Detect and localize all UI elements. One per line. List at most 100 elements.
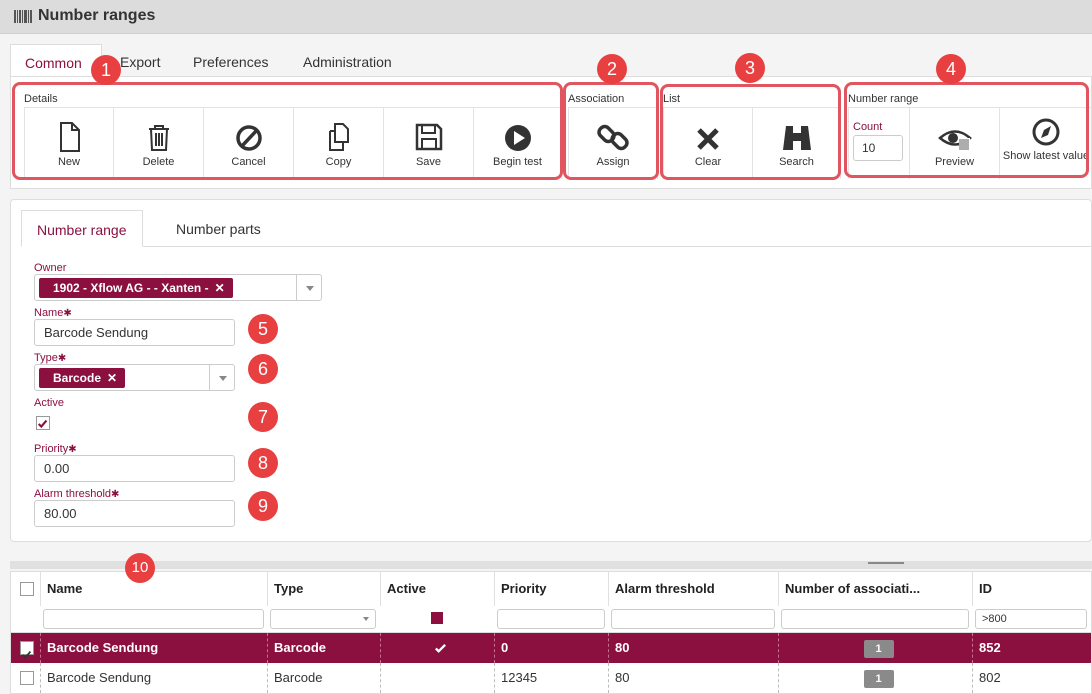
column-header-priority[interactable]: Priority: [495, 572, 609, 606]
search-button[interactable]: Search: [753, 107, 841, 179]
main-tab-bar: Common Export Preferences Administration: [10, 44, 1092, 77]
row-select-cell: [11, 663, 41, 693]
delete-button-label: Delete: [142, 156, 175, 168]
column-header-type[interactable]: Type: [268, 572, 381, 606]
row-select-cell: [11, 633, 41, 663]
alarm-filter-input[interactable]: [611, 609, 775, 629]
row-checkbox[interactable]: [20, 641, 34, 659]
type-chip: Barcode ✕: [39, 368, 126, 388]
copy-icon: [328, 123, 349, 151]
tab-common[interactable]: Common: [10, 44, 102, 77]
new-document-icon: [60, 122, 80, 152]
count-label: Count: [853, 121, 883, 133]
tab-preferences[interactable]: Preferences: [193, 44, 268, 77]
id-filter-input[interactable]: >800: [975, 609, 1087, 629]
priority-field[interactable]: [34, 455, 235, 482]
select-all-checkbox[interactable]: [20, 582, 34, 596]
new-button[interactable]: New: [24, 107, 114, 179]
associations-filter-input[interactable]: [781, 609, 969, 629]
group-label-details: Details: [24, 93, 58, 105]
column-header-id[interactable]: ID: [973, 572, 1091, 606]
active-filter-checkbox[interactable]: [431, 612, 443, 624]
show-latest-value-button-label: Show latest value: [1002, 150, 1090, 162]
alarm-threshold-field[interactable]: [34, 500, 235, 527]
name-field[interactable]: [34, 319, 235, 346]
begin-test-button[interactable]: Begin test: [474, 107, 562, 179]
chevron-down-icon[interactable]: [296, 275, 321, 300]
callout-7: 7: [248, 402, 278, 432]
type-filter-select[interactable]: [270, 609, 376, 629]
priority-label: Priority✱: [34, 443, 77, 455]
checkmark-icon: [37, 419, 48, 429]
row-checkbox[interactable]: [20, 671, 34, 685]
alarm-threshold-label: Alarm threshold✱: [34, 488, 119, 500]
assign-button-label: Assign: [596, 156, 630, 168]
priority-cell: 0: [495, 633, 609, 663]
id-cell: 802: [979, 670, 1001, 685]
association-count-badge[interactable]: 1: [863, 640, 894, 658]
link-icon: [597, 124, 629, 151]
binoculars-icon: [782, 126, 811, 150]
chevron-down-icon[interactable]: [209, 365, 234, 390]
type-label-text: Type: [34, 352, 58, 364]
cancel-button-label: Cancel: [231, 156, 266, 168]
name-filter-input[interactable]: [43, 609, 264, 629]
callout-4: 4: [936, 54, 966, 84]
owner-chip: 1902 - Xflow AG - - Xanten - ✕: [39, 278, 233, 298]
table-row[interactable]: Barcode Sendung Barcode 12345 80 1 802: [11, 663, 1091, 693]
assign-button[interactable]: Assign: [568, 107, 658, 179]
callout-10: 10: [125, 553, 155, 583]
column-header-name[interactable]: Name: [41, 572, 268, 606]
tab-export[interactable]: Export: [120, 44, 160, 77]
column-header-alarm-threshold[interactable]: Alarm threshold: [609, 572, 779, 606]
association-count-badge[interactable]: 1: [863, 670, 894, 688]
type-select[interactable]: Barcode ✕: [34, 364, 235, 391]
save-icon: [415, 123, 442, 151]
callout-5: 5: [248, 314, 278, 344]
callout-9: 9: [248, 491, 278, 521]
callout-1: 1: [91, 55, 121, 85]
x-icon: [697, 128, 719, 150]
remove-owner-chip-icon[interactable]: ✕: [215, 281, 225, 295]
name-label: Name✱: [34, 307, 72, 319]
column-header-number-of-associations[interactable]: Number of associati...: [779, 572, 973, 606]
preview-button-label: Preview: [934, 156, 975, 168]
tab-number-parts[interactable]: Number parts: [161, 210, 276, 247]
callout-3: 3: [735, 53, 765, 83]
alarm-threshold-cell: 80: [609, 663, 779, 693]
tab-number-range[interactable]: Number range: [21, 210, 143, 247]
table-row[interactable]: Barcode Sendung Barcode 0 80 1 852: [11, 633, 1091, 663]
required-mark: ✱: [68, 444, 77, 455]
remove-type-chip-icon[interactable]: ✕: [107, 371, 117, 385]
filter-row: >800: [11, 606, 1091, 633]
show-latest-value-button[interactable]: Show latest value: [1000, 107, 1092, 179]
barcode-icon: [14, 10, 32, 23]
checkmark-icon: [22, 651, 32, 659]
splitter-handle[interactable]: [868, 562, 904, 564]
owner-chip-label: 1902 - Xflow AG - - Xanten -: [53, 281, 209, 295]
active-checkbox[interactable]: [36, 416, 50, 430]
panel-splitter[interactable]: [10, 561, 1092, 569]
delete-button[interactable]: Delete: [114, 107, 204, 179]
sub-tab-bar: Number range Number parts: [21, 210, 1092, 247]
owner-select[interactable]: 1902 - Xflow AG - - Xanten - ✕: [34, 274, 322, 301]
cancel-icon: [235, 125, 262, 151]
preview-button[interactable]: Preview: [910, 107, 1000, 179]
alarm-threshold-cell: 80: [609, 633, 779, 663]
clear-button[interactable]: Clear: [663, 107, 753, 179]
copy-button[interactable]: Copy: [294, 107, 384, 179]
ribbon-toolbar: Details Association List Number range Ne…: [10, 76, 1092, 189]
name-cell: Barcode Sendung: [41, 633, 268, 663]
save-button[interactable]: Save: [384, 107, 474, 179]
required-mark: ✱: [57, 353, 67, 364]
required-mark: ✱: [111, 489, 120, 500]
column-header-active[interactable]: Active: [381, 572, 495, 606]
owner-label: Owner: [34, 262, 67, 274]
search-button-label: Search: [779, 156, 814, 168]
tab-administration[interactable]: Administration: [303, 44, 392, 77]
associations-cell: 1: [779, 663, 973, 693]
preview-icon: [937, 130, 972, 150]
cancel-button[interactable]: Cancel: [204, 107, 294, 179]
count-input[interactable]: [853, 135, 903, 161]
priority-filter-input[interactable]: [497, 609, 605, 629]
